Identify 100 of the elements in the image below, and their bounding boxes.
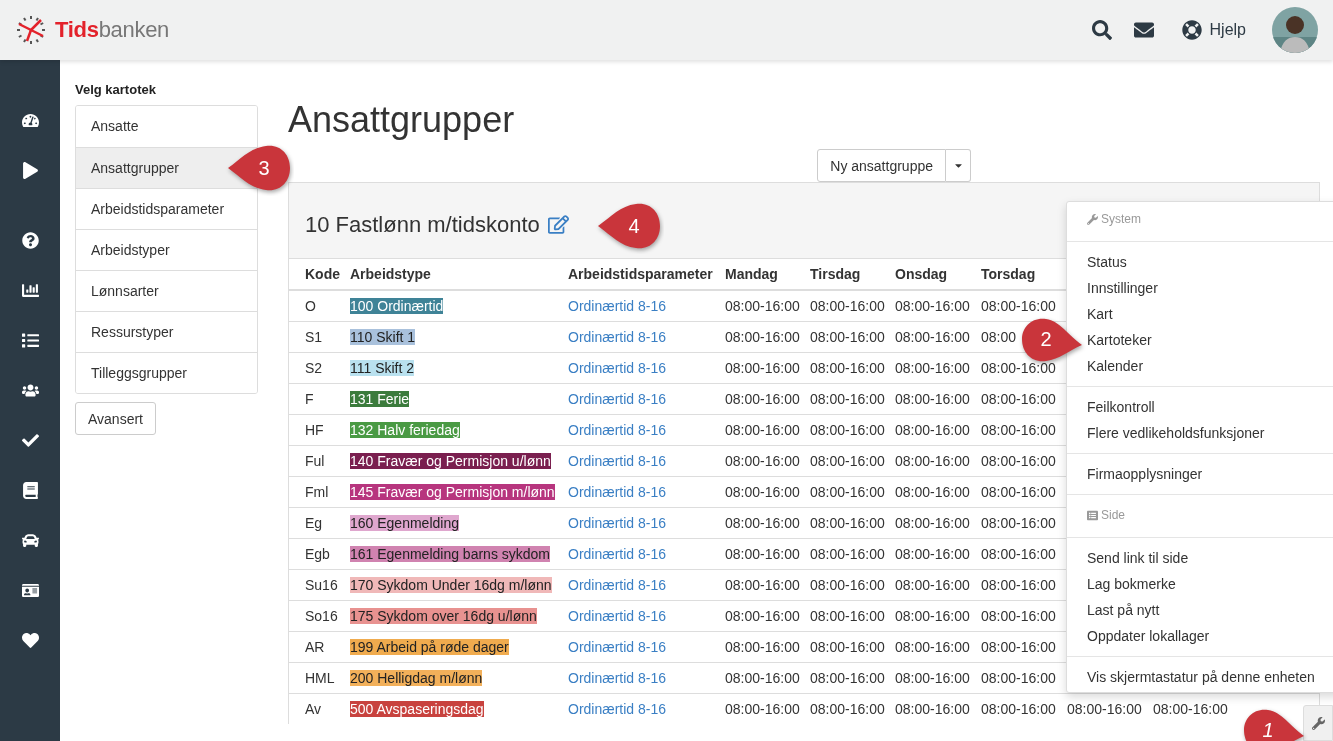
parameter-link[interactable]: Ordinærtid 8-16 xyxy=(568,359,667,376)
work-type-tag: 160 Egenmelding xyxy=(350,514,459,531)
parameter-link[interactable]: Ordinærtid 8-16 xyxy=(568,390,667,407)
gauge-icon[interactable] xyxy=(21,112,39,129)
bar-chart-icon[interactable] xyxy=(21,282,39,299)
table-cell: 08:00-16:00 xyxy=(725,507,810,538)
users-icon[interactable] xyxy=(21,382,39,399)
id-card-icon[interactable] xyxy=(21,582,39,599)
heart-icon[interactable] xyxy=(21,632,39,649)
parameter-link[interactable]: Ordinærtid 8-16 xyxy=(568,607,667,624)
menu-item[interactable]: Feilkontroll xyxy=(1087,394,1333,420)
menu-item[interactable]: Oppdater lokallager xyxy=(1087,623,1333,649)
book-icon[interactable] xyxy=(21,482,39,499)
parameter-link[interactable]: Ordinærtid 8-16 xyxy=(568,514,667,531)
table-cell: 08:00-16:00 xyxy=(725,569,810,600)
menu-item[interactable]: Vis skjermtastatur på denne enheten xyxy=(1087,664,1333,690)
column-header: Arbeidstype xyxy=(350,259,568,290)
table-cell: 08:00-16:00 xyxy=(725,383,810,414)
work-type-tag: 131 Ferie xyxy=(350,390,410,407)
tools-button[interactable] xyxy=(1303,705,1333,741)
parameter-link[interactable]: Ordinærtid 8-16 xyxy=(568,452,667,469)
table-cell: 08:00-16:00 xyxy=(895,538,981,569)
parameter-link[interactable]: Ordinærtid 8-16 xyxy=(568,638,667,655)
table-cell: 08:00-16:00 xyxy=(895,507,981,538)
edit-icon[interactable] xyxy=(547,214,569,235)
list-icon[interactable] xyxy=(21,332,39,349)
help-icon[interactable] xyxy=(21,232,39,249)
table-cell: 08:00-16:00 xyxy=(895,352,981,383)
search-icon[interactable] xyxy=(1091,20,1112,40)
advanced-button[interactable]: Avansert xyxy=(75,402,156,435)
work-type-tag: 199 Arbeid på røde dager xyxy=(350,638,509,655)
work-type-tag: 145 Fravær og Permisjon m/lønn xyxy=(350,483,555,500)
list-item[interactable]: Tilleggsgrupper xyxy=(76,352,257,393)
table-cell: 08:00-16:00 xyxy=(810,538,895,569)
menu-item[interactable]: Kart xyxy=(1087,301,1333,327)
car-icon[interactable] xyxy=(21,532,39,549)
parameter-link[interactable]: Ordinærtid 8-16 xyxy=(568,483,667,500)
table-cell: 08:00-16:00 xyxy=(895,569,981,600)
table-cell: 08:00-16:00 xyxy=(810,600,895,631)
section-title: Velg kartotek xyxy=(75,82,157,97)
menu-item[interactable]: Kartoteker xyxy=(1087,327,1333,353)
work-type-tag: 100 Ordinærtid xyxy=(350,297,444,314)
table-cell: 08:00-16:00 xyxy=(895,693,981,724)
menu-item[interactable]: Innstillinger xyxy=(1087,275,1333,301)
menu-header: Side xyxy=(1101,508,1126,522)
table-cell: 08:00-16:00 xyxy=(810,476,895,507)
table-cell: 08:00-16:00 xyxy=(810,352,895,383)
page-title: Ansattgrupper xyxy=(288,100,516,140)
table-cell: 08:00-16:00 xyxy=(810,383,895,414)
table-cell: 08:00-16:00 xyxy=(725,476,810,507)
menu-item[interactable]: Last på nytt xyxy=(1087,597,1333,623)
work-type-tag: 170 Sykdom Under 16dg m/lønn xyxy=(350,576,552,593)
column-header: Mandag xyxy=(725,259,810,290)
table-cell: 08:00-16:00 xyxy=(810,662,895,693)
table-cell: 08:00-16:00 xyxy=(981,693,1067,724)
menu-item[interactable]: Kalender xyxy=(1087,353,1333,379)
wrench-icon xyxy=(1087,213,1098,225)
work-type-tag: 175 Sykdom over 16dg u/lønn xyxy=(350,607,537,624)
wrench-icon xyxy=(1311,716,1325,730)
table-cell: 08:00-16:00 xyxy=(810,290,895,321)
parameter-link[interactable]: Ordinærtid 8-16 xyxy=(568,297,667,314)
table-cell: 08:00-16:00 xyxy=(810,569,895,600)
column-header: Kode xyxy=(289,259,350,290)
new-group-button[interactable]: Ny ansattgruppe xyxy=(817,149,946,182)
table-cell: 08:00-16:00 xyxy=(810,631,895,662)
check-icon[interactable] xyxy=(21,432,39,449)
help-link[interactable]: Hjelp xyxy=(1181,20,1246,40)
work-type-tag: 110 Skift 1 xyxy=(350,328,416,345)
table-cell: 08:00-16:00 xyxy=(810,507,895,538)
panel-title: 10 Fastlønn m/tidskonto xyxy=(305,211,540,238)
table-cell: 08:00-16:00 xyxy=(895,445,981,476)
table-cell: 08:00-16:00 xyxy=(895,631,981,662)
envelope-icon[interactable] xyxy=(1133,20,1154,40)
parameter-link[interactable]: Ordinærtid 8-16 xyxy=(568,545,667,562)
parameter-link[interactable]: Ordinærtid 8-16 xyxy=(568,421,667,438)
menu-item[interactable]: Lag bokmerke xyxy=(1087,571,1333,597)
table-cell: 08:00-16:00 xyxy=(810,321,895,352)
avatar[interactable] xyxy=(1272,7,1318,53)
list-item[interactable]: Ansattgrupper xyxy=(76,147,257,188)
menu-item[interactable]: Flere vedlikeholdsfunksjoner xyxy=(1087,420,1333,446)
parameter-link[interactable]: Ordinærtid 8-16 xyxy=(568,700,667,717)
work-type-tag: 161 Egenmelding barns sykdom xyxy=(350,545,550,562)
menu-item[interactable]: Firmaopplysninger xyxy=(1087,461,1333,487)
lifebuoy-icon xyxy=(1181,20,1202,40)
parameter-link[interactable]: Ordinærtid 8-16 xyxy=(568,669,667,686)
table-cell: 08:00-16:00 xyxy=(895,476,981,507)
table-cell: 08:00-16:00 xyxy=(725,414,810,445)
work-type-tag: 200 Helligdag m/lønn xyxy=(350,669,483,686)
work-type-tag: 132 Halv feriedag xyxy=(350,421,460,438)
parameter-link[interactable]: Ordinærtid 8-16 xyxy=(568,328,667,345)
menu-item[interactable]: Status xyxy=(1087,249,1333,275)
menu-item[interactable]: Send link til side xyxy=(1087,545,1333,571)
parameter-link[interactable]: Ordinærtid 8-16 xyxy=(568,576,667,593)
table-cell: 08:00-16:00 xyxy=(895,662,981,693)
table-cell: 08:00-16:00 xyxy=(895,600,981,631)
play-icon[interactable] xyxy=(21,162,39,179)
work-type-tag: 111 Skift 2 xyxy=(350,359,415,376)
column-header: Arbeidstidsparameter xyxy=(568,259,725,290)
table-cell: 08:00-16:00 xyxy=(810,414,895,445)
table-cell: 08:00-16:00 xyxy=(895,383,981,414)
